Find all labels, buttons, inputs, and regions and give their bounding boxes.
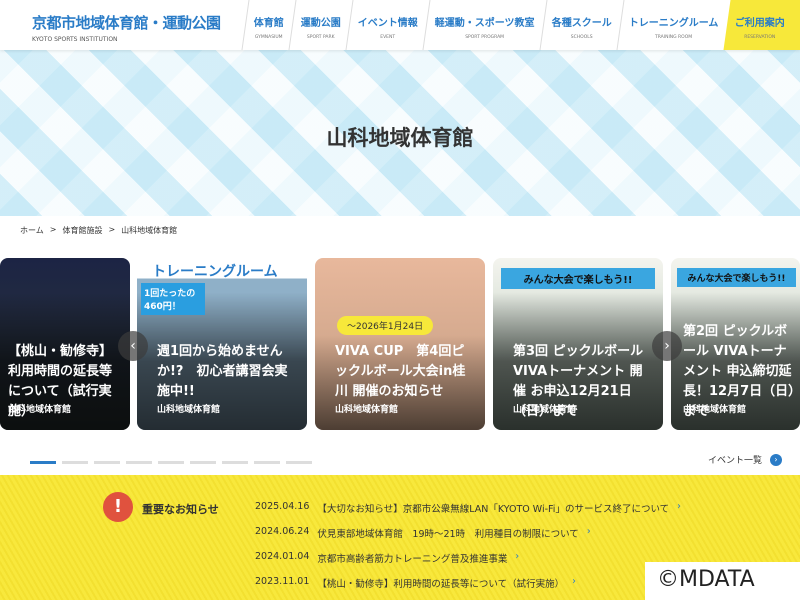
nav-label: イベント情報 <box>357 18 418 29</box>
notice-item[interactable]: 2024.01.04 京都市高齢者筋力トレーニング普及推進事業 › <box>255 551 681 576</box>
breadcrumb-current: 山科地域体育館 <box>121 226 178 235</box>
notice-date: 2024.01.04 <box>255 551 310 562</box>
chevron-right-icon: › <box>586 526 591 537</box>
event-card[interactable]: 【桃山・勧修寺】利用時間の延長等について（試行実施） 山科地域体育館 <box>0 258 130 430</box>
pagination-dot[interactable] <box>158 461 184 464</box>
carousel-pagination <box>30 461 312 464</box>
notice-text: 【大切なお知らせ】京都市公衆無線LAN「KYOTO Wi-Fi」のサービス終了に… <box>317 504 670 515</box>
page-title: 山科地域体育館 <box>326 126 474 150</box>
pagination-dot[interactable] <box>286 461 312 464</box>
pagination-dot[interactable] <box>30 461 56 464</box>
card-venue: 山科地域体育館 <box>8 405 72 415</box>
notice-text: 【桃山・勧修寺】利用時間の延長等について（試行実施） <box>317 579 565 590</box>
card-venue: 山科地域体育館 <box>513 405 577 415</box>
breadcrumb-facilities[interactable]: 体育館施設 <box>62 225 102 236</box>
chevron-right-icon: > <box>49 225 57 234</box>
breadcrumb-home[interactable]: ホーム <box>20 225 44 236</box>
nav-sublabel: SPORT PARK <box>306 35 335 40</box>
nav-sport-park[interactable]: 運動公園 SPORT PARK <box>288 0 353 50</box>
card-venue: 山科地域体育館 <box>335 405 399 415</box>
nav-label: 運動公園 <box>300 18 341 29</box>
pagination-dot[interactable] <box>190 461 216 464</box>
card-image-title: みんな大会で楽しもう!! <box>677 268 796 287</box>
carousel-prev-button[interactable]: ‹ <box>118 331 148 361</box>
nav-label: トレーニングルーム <box>628 18 719 29</box>
notice-date: 2023.11.01 <box>255 576 310 587</box>
event-card[interactable]: みんな大会で楽しもう!! 第2回 ピックルボール VIVAトーナメント 申込締切… <box>671 258 800 430</box>
pagination-dot[interactable] <box>94 461 120 464</box>
site-header: 京都市地域体育館・運動公園 KYOTO SPORTS INSTITUTION 体… <box>0 0 800 50</box>
notices-heading: 重要なお知らせ <box>142 503 219 516</box>
nav-reservation[interactable]: ご利用案内 RESERVATION <box>723 0 800 50</box>
hero-banner: 山科地域体育館 <box>0 50 800 216</box>
notice-date: 2025.04.16 <box>255 501 310 512</box>
notice-text: 京都市高齢者筋力トレーニング普及推進事業 <box>317 554 508 565</box>
nav-sublabel: SPORT PROGRAM <box>465 35 505 40</box>
card-badge: ～2026年1月24日 <box>337 316 434 335</box>
nav-label: 体育館 <box>253 18 284 29</box>
card-title: 週1回から始めませんか!? 初心者講習会実施中!! <box>157 344 288 399</box>
event-list-link[interactable]: イベント一覧 › <box>708 453 783 466</box>
nav-sublabel: RESERVATION <box>743 35 775 40</box>
card-venue: 山科地域体育館 <box>157 405 221 415</box>
card-image-title: トレーニングルーム <box>152 264 278 280</box>
card-venue: 山科地域体育館 <box>683 405 747 415</box>
pagination-dot[interactable] <box>126 461 152 464</box>
card-title: VIVA CUP 第4回ピックルボール大会in桂川 開催のお知らせ <box>335 344 466 399</box>
nav-sublabel: SCHOOLS <box>570 35 593 40</box>
pagination-dot[interactable] <box>254 461 280 464</box>
nav-label: 各種スクール <box>551 18 612 29</box>
notice-item[interactable]: 2024.06.24 伏見東部地域体育館 19時～21時 利用種目の制限について › <box>255 526 681 551</box>
nav-sport-program[interactable]: 軽運動・スポーツ教室 SPORT PROGRAM <box>422 0 547 50</box>
nav-event[interactable]: イベント情報 EVENT <box>345 0 430 50</box>
notice-item[interactable]: 2025.04.16 【大切なお知らせ】京都市公衆無線LAN「KYOTO Wi-F… <box>255 501 681 526</box>
nav-label: 軽運動・スポーツ教室 <box>434 18 535 29</box>
site-subtitle: KYOTO SPORTS INSTITUTION <box>32 36 118 43</box>
watermark: ©MDATA <box>645 562 800 600</box>
card-badge: 1回たったの 460円！ <box>141 283 205 315</box>
breadcrumb: ホーム > 体育館施設 > 山科地域体育館 <box>20 225 177 236</box>
site-title: 京都市地域体育館・運動公園 <box>32 14 221 32</box>
notice-date: 2024.06.24 <box>255 526 310 537</box>
notice-item[interactable]: 2023.11.01 【桃山・勧修寺】利用時間の延長等について（試行実施） › <box>255 576 681 601</box>
pagination-dot[interactable] <box>62 461 88 464</box>
exclamation-icon: ! <box>103 492 133 522</box>
pagination-dot[interactable] <box>222 461 248 464</box>
event-card[interactable]: ～2026年1月24日 VIVA CUP 第4回ピックルボール大会in桂川 開催… <box>315 258 485 430</box>
arrow-right-circle-icon: › <box>770 453 783 466</box>
nav-label: ご利用案内 <box>734 18 785 29</box>
site-logo[interactable]: 京都市地域体育館・運動公園 KYOTO SPORTS INSTITUTION <box>32 12 221 43</box>
nav-schools[interactable]: 各種スクール SCHOOLS <box>539 0 624 50</box>
carousel-next-button[interactable]: › <box>652 331 682 361</box>
event-card[interactable]: トレーニングルーム 1回たったの 460円！ 週1回から始めませんか!? 初心者… <box>137 258 307 430</box>
chevron-right-icon: › <box>572 576 576 587</box>
nav-gymnasium[interactable]: 体育館 GYMNASIUM <box>241 0 296 50</box>
chevron-right-icon: › <box>515 551 520 562</box>
nav-training-room[interactable]: トレーニングルーム TRAINING ROOM <box>616 0 731 50</box>
event-card[interactable]: みんな大会で楽しもう!! 第3回 ピックルボール VIVAトーナメント 開催 お… <box>493 258 663 430</box>
chevron-right-icon: › <box>677 501 681 512</box>
notice-list: 2025.04.16 【大切なお知らせ】京都市公衆無線LAN「KYOTO Wi-F… <box>255 501 681 601</box>
nav-sublabel: GYMNASIUM <box>254 35 283 40</box>
main-nav: 体育館 GYMNASIUM 運動公園 SPORT PARK イベント情報 EVENT … <box>241 0 800 50</box>
chevron-right-icon: > <box>108 225 116 234</box>
nav-sublabel: TRAINING ROOM <box>654 35 692 40</box>
nav-sublabel: EVENT <box>380 35 396 40</box>
event-list-label: イベント一覧 <box>708 456 763 466</box>
notice-text: 伏見東部地域体育館 19時～21時 利用種目の制限について <box>317 529 579 540</box>
card-image-title: みんな大会で楽しもう!! <box>501 268 655 289</box>
